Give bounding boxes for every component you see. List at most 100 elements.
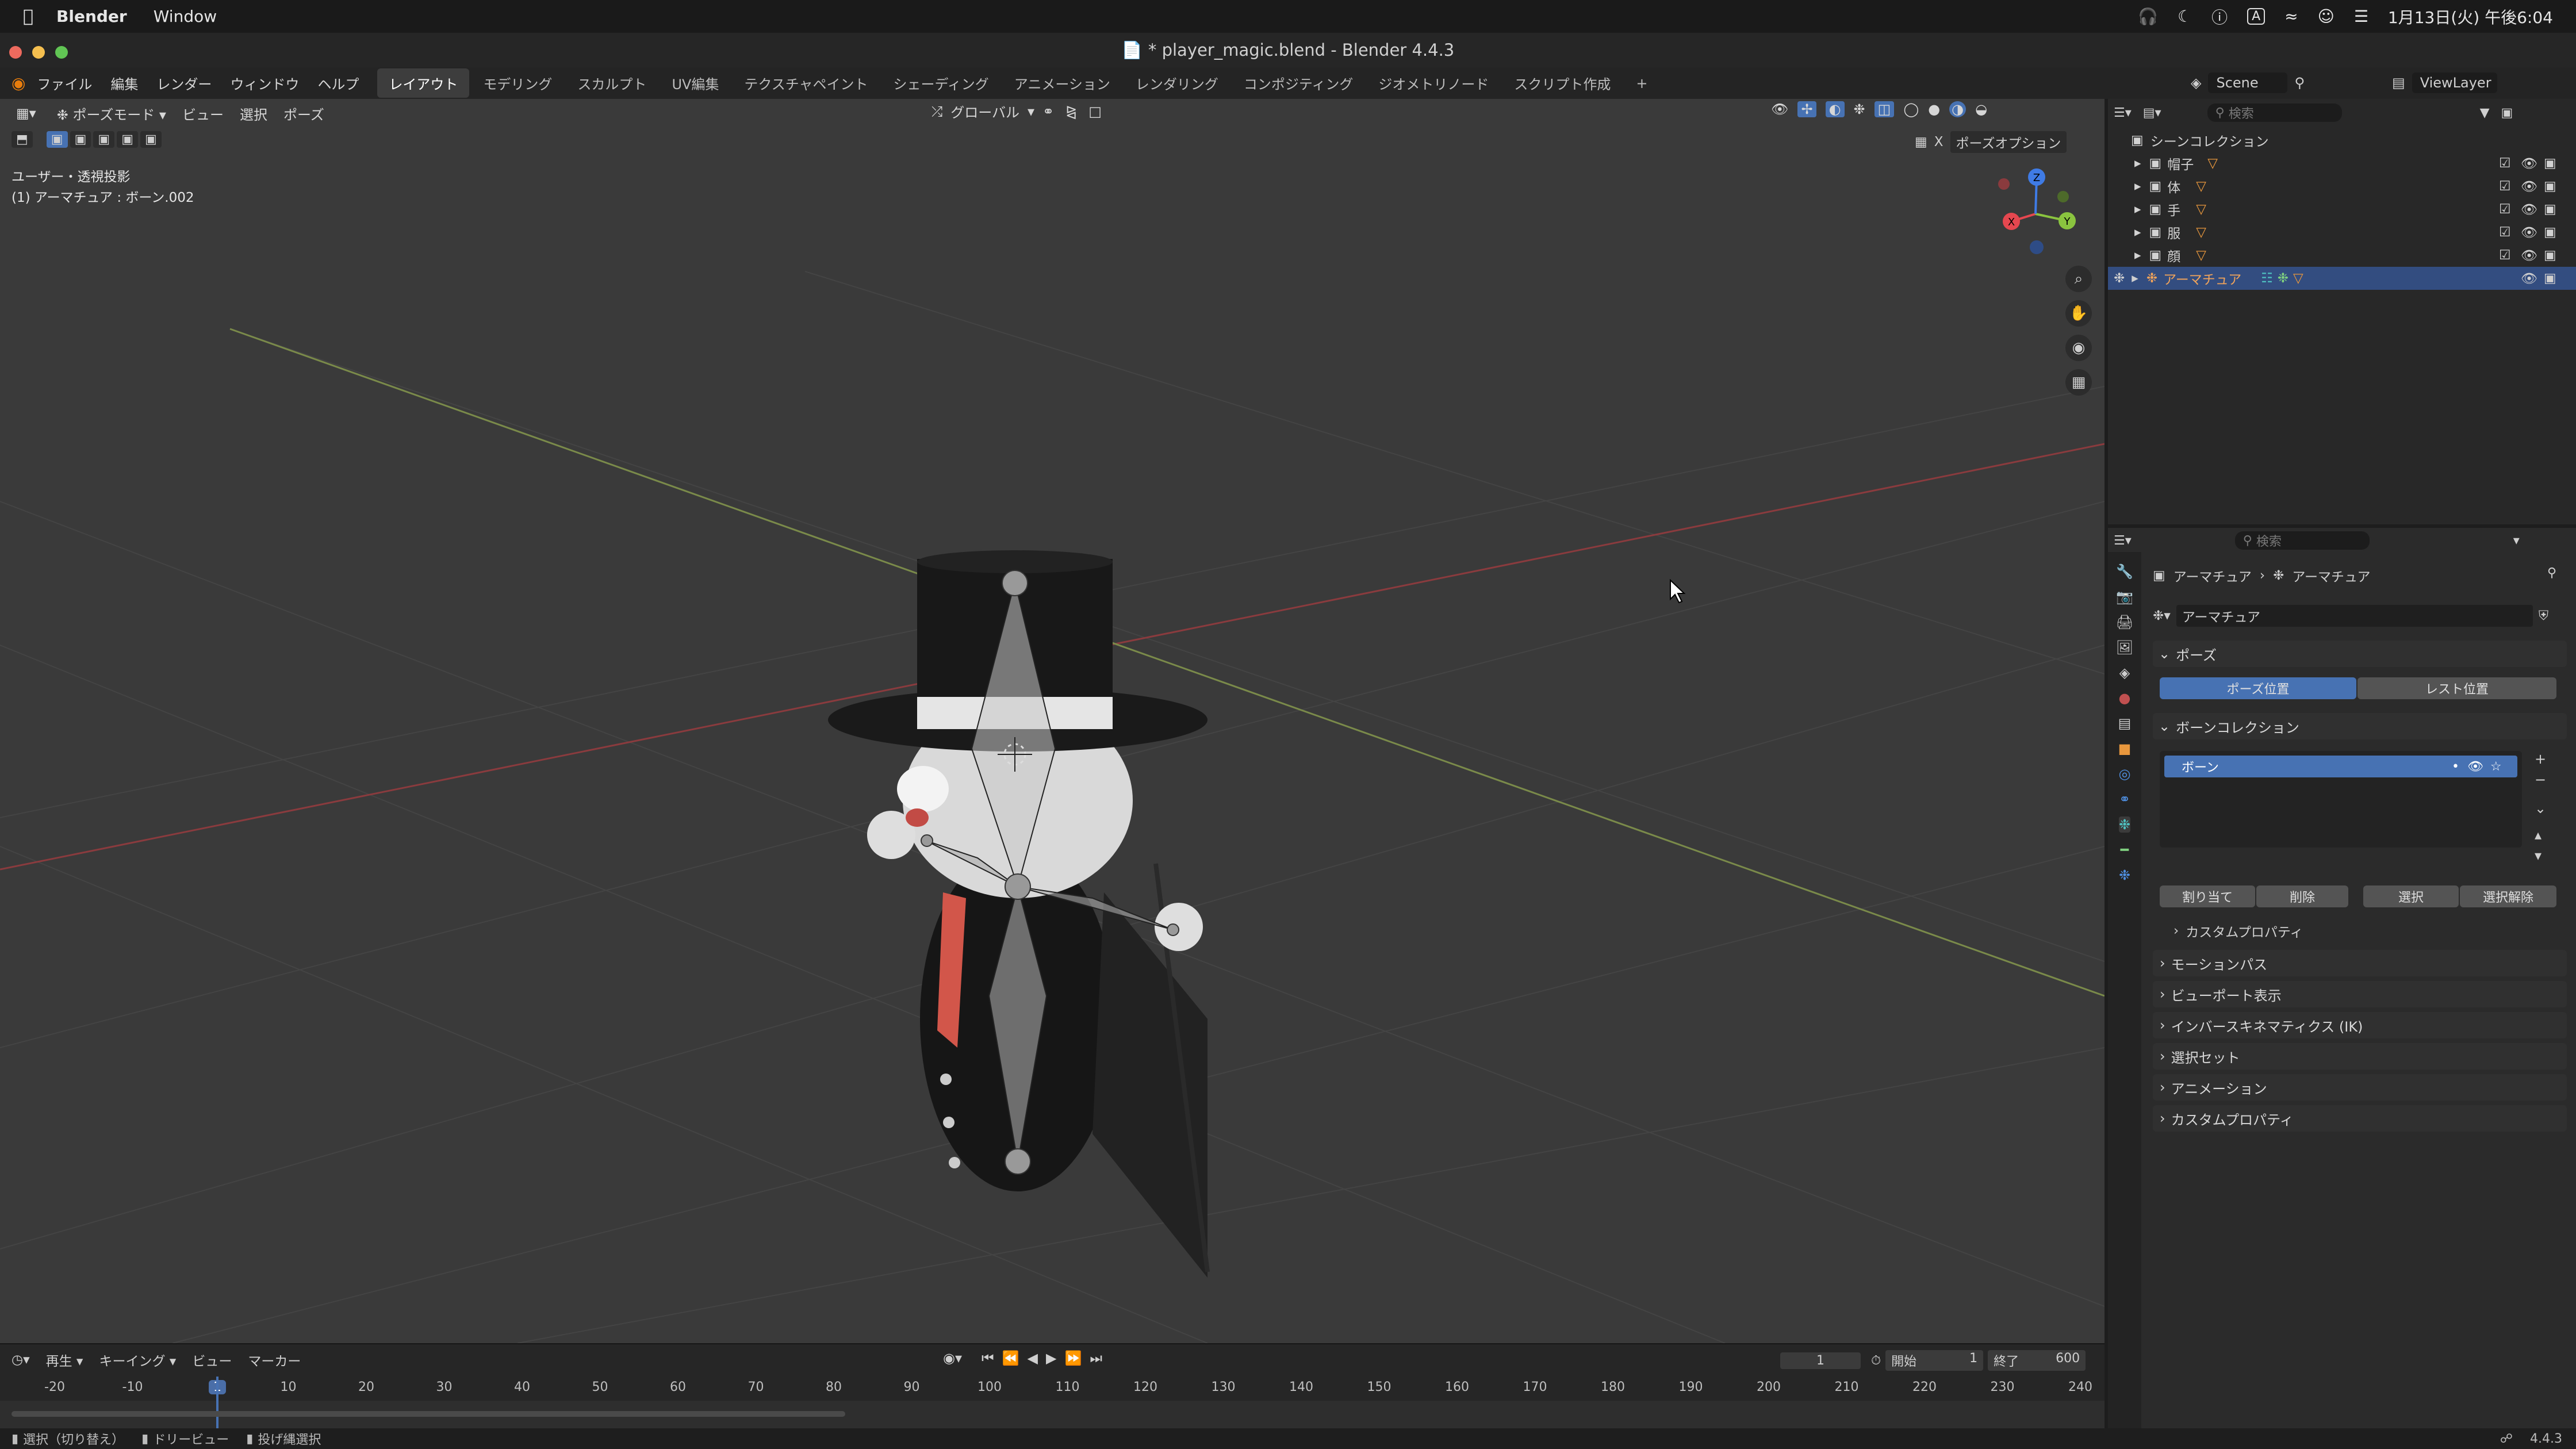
armature-data-icon[interactable]: ❉▾ [2153, 608, 2171, 623]
camera-view-icon[interactable]: ◉ [2065, 335, 2092, 361]
select-subtract-icon[interactable]: ▣ [93, 131, 115, 148]
mode-selector[interactable]: ❉ ポーズモード ▾ [49, 101, 174, 126]
expand-arrow-icon[interactable]: ▸ [2134, 248, 2141, 263]
checkbox-icon[interactable]: ☑ [2499, 202, 2511, 217]
chevron-down-icon[interactable]: ⌄ [2535, 800, 2546, 816]
stopwatch-icon[interactable]: ⏱ [1871, 1354, 1881, 1368]
tab-animation[interactable]: アニメーション [1003, 68, 1122, 98]
filter-icon[interactable]: ▼ [2480, 106, 2490, 120]
remove-icon[interactable]: − [2535, 772, 2546, 788]
bone-collections-panel-header[interactable]: ⌄ ボーンコレクション [2153, 713, 2567, 739]
world-tab-icon[interactable]: ● [2119, 690, 2131, 706]
camera-icon[interactable]: ▣ [2544, 271, 2556, 286]
menu-pose[interactable]: ポーズ [275, 101, 332, 126]
visibility-icon[interactable]: 👁 [1771, 101, 1788, 117]
zoom-window-button[interactable] [55, 46, 68, 59]
transform-orientation[interactable]: ⤮ グローバル ▾ ⚭ ⧎ □ [931, 101, 1102, 121]
eye-icon[interactable]: 👁 [2521, 156, 2537, 171]
menu-help[interactable]: ヘルプ [317, 73, 359, 93]
menu-view[interactable]: ビュー [192, 1350, 232, 1370]
start-frame-field[interactable]: 開始 1 [1885, 1350, 1984, 1371]
minimize-window-button[interactable] [32, 46, 45, 59]
app-menu-blender[interactable]: Blender [56, 7, 127, 26]
view-layer-tab-icon[interactable]: 🖼 [2116, 639, 2133, 656]
camera-icon[interactable]: ▣ [2544, 225, 2556, 240]
gizmo-z-label[interactable]: Z [2033, 172, 2040, 184]
xray-toggle-icon[interactable]: ◫ [1874, 101, 1895, 117]
properties-editor-icon[interactable]: ☰▾ [2114, 534, 2132, 548]
expand-arrow-icon[interactable]: ▸ [2134, 179, 2141, 194]
cape-mesh[interactable] [1092, 892, 1208, 1278]
bone-collection-item[interactable]: ボーン • 👁 ☆ [2164, 756, 2517, 777]
constraint-tab-icon[interactable]: ⚭ [2119, 791, 2130, 807]
expand-arrow-icon[interactable]: ▸ [2134, 225, 2141, 240]
rest-position-button[interactable]: レスト位置 [2358, 677, 2556, 699]
deselect-button[interactable]: 選択解除 [2460, 885, 2556, 907]
expand-arrow-icon[interactable]: ▸ [2134, 156, 2141, 171]
tab-modeling[interactable]: モデリング [471, 68, 564, 98]
eye-icon[interactable]: 👁 [2521, 225, 2537, 240]
checkbox-icon[interactable]: ☑ [2499, 248, 2511, 263]
bone-tab-icon[interactable]: ━ [2121, 842, 2129, 858]
select-button[interactable]: 選択 [2363, 885, 2459, 907]
outliner-editor-icon[interactable]: ☰▾ [2114, 106, 2132, 120]
snap-icon[interactable]: ⧎ [1062, 103, 1081, 120]
outliner-item-hat[interactable]: ▸ ▣ 帽子 ▽ ☑ 👁 ▣ [2108, 152, 2576, 175]
armature-data-name-field[interactable]: アーマチュア [2176, 605, 2533, 627]
gizmo-x-label[interactable]: X [2008, 216, 2015, 228]
close-window-button[interactable] [9, 46, 22, 59]
bone-collection-name[interactable]: ボーン [2182, 757, 2452, 776]
mirror-icon[interactable]: ▦ [1915, 135, 1927, 150]
bone-constraint-tab-icon[interactable]: ❉ [2119, 867, 2130, 883]
pose-mode-icon[interactable]: ❉ [2114, 271, 2125, 286]
menu-marker[interactable]: マーカー [248, 1350, 301, 1370]
animation-panel[interactable]: › アニメーション [2153, 1074, 2567, 1101]
expand-arrow-icon[interactable]: ▸ [2132, 271, 2138, 286]
snap-target-icon[interactable]: □ [1088, 103, 1102, 120]
output-tab-icon[interactable]: 🖨 [2116, 614, 2133, 630]
viewlayer-selector[interactable]: ▤ ViewLayer [2392, 72, 2497, 94]
select-invert-icon[interactable]: ▣ [117, 131, 138, 148]
timeline-editor-icon[interactable]: ◷▾ [12, 1352, 30, 1367]
checkbox-icon[interactable]: ☑ [2499, 225, 2511, 240]
wifi-icon[interactable]: ≈ [2284, 7, 2298, 26]
checkbox-icon[interactable]: ☑ [2499, 156, 2511, 171]
tab-shading[interactable]: シェーディング [881, 68, 1000, 98]
ortho-grid-icon[interactable]: ▦ [2065, 369, 2092, 396]
options-chevron-icon[interactable]: ▾ [2513, 534, 2520, 548]
camera-icon[interactable]: ▣ [2544, 248, 2556, 263]
next-keyframe-icon[interactable]: ⏩ [1064, 1350, 1082, 1366]
tab-texture-paint[interactable]: テクスチャペイント [733, 68, 879, 98]
outliner-scene-collection[interactable]: ▣ シーンコレクション [2108, 129, 2576, 152]
select-intersect-icon[interactable]: ▣ [140, 131, 162, 148]
pose-position-button[interactable]: ポーズ位置 [2160, 677, 2356, 699]
viewport-display-panel[interactable]: › ビューポート表示 [2153, 981, 2567, 1007]
eye-icon[interactable]: 👁 [2521, 271, 2537, 286]
star-icon[interactable]: ☆ [2490, 760, 2502, 774]
3d-viewport[interactable]: X Y Z ⌕ ✋ ◉ ▦ ユーザー・透視投影 (1) アーマチュア : ボーン… [0, 99, 2104, 1343]
outliner-item-hand[interactable]: ▸ ▣ 手 ▽ ☑ 👁 ▣ [2108, 198, 2576, 221]
hand-pan-icon[interactable]: ✋ [2065, 300, 2092, 327]
timeline-ruler[interactable]: -20-101102030405060708090100110120130140… [0, 1377, 2104, 1400]
current-frame-field[interactable]: 1 [1780, 1352, 1861, 1369]
moon-icon[interactable]: ☾ [2178, 7, 2192, 26]
tab-sculpt[interactable]: スカルプト [566, 68, 658, 98]
menu-select[interactable]: 選択 [232, 101, 275, 126]
wireframe-shading-icon[interactable]: ◯ [1903, 101, 1919, 117]
armature-data-tab-icon[interactable]: ❉ [2118, 816, 2131, 833]
selection-sets-panel[interactable]: › 選択セット [2153, 1043, 2567, 1070]
tab-scripting[interactable]: スクリプト作成 [1502, 68, 1622, 98]
outliner-search-input[interactable]: ⚲ 検索 [2207, 103, 2342, 122]
display-mode-icon[interactable]: ▤▾ [2143, 106, 2161, 120]
object-tab-icon[interactable]: ■ [2118, 741, 2132, 757]
control-center-icon[interactable]: ☰ [2354, 7, 2368, 26]
pose-options-dropdown[interactable]: ポーズオプション [1950, 131, 2067, 153]
pose-panel-header[interactable]: ⌄ ポーズ [2153, 641, 2567, 667]
tab-uv-editing[interactable]: UV編集 [660, 68, 730, 98]
bone-collection-custom-props[interactable]: › カスタムプロパティ [2174, 921, 2303, 941]
properties-search-input[interactable]: ⚲ 検索 [2234, 531, 2370, 550]
scene-selector[interactable]: ◈ Scene ⚲ [2191, 72, 2305, 94]
play-reverse-icon[interactable]: ◀ [1028, 1350, 1038, 1366]
info-icon[interactable]: ⓘ [2211, 5, 2228, 28]
orientation-label[interactable]: グローバル [950, 101, 1019, 121]
